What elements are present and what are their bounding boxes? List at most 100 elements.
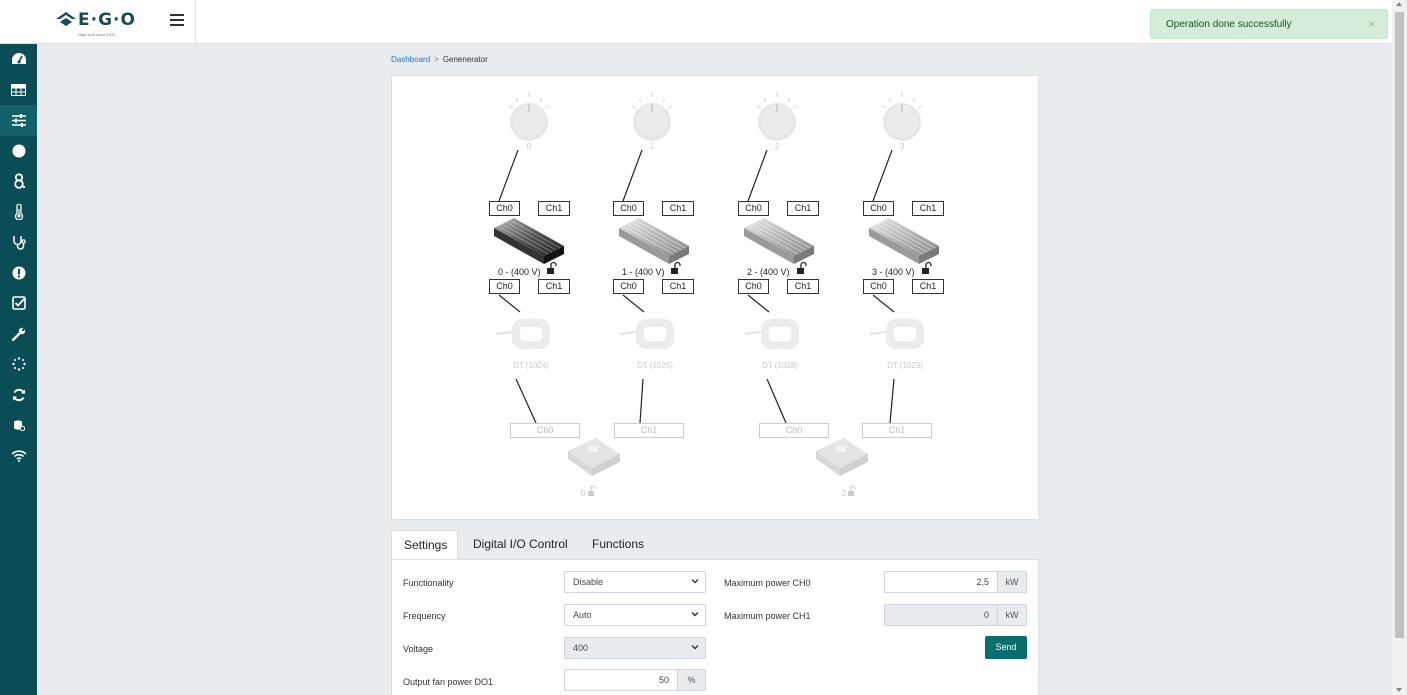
coil-label-2: DT (1028) xyxy=(762,361,798,370)
lock-icon[interactable] xyxy=(922,261,932,275)
channel-box-ch1[interactable]: Ch1 xyxy=(912,201,944,216)
toast-message: Operation done successfully xyxy=(1166,19,1292,30)
induction-coil-2[interactable] xyxy=(744,319,799,349)
channel-box-ch0[interactable]: Ch0 xyxy=(489,279,520,294)
generator-icon xyxy=(13,173,25,189)
lock-icon[interactable] xyxy=(848,485,856,496)
sidebar-item-table[interactable] xyxy=(0,75,37,106)
refresh-icon xyxy=(12,388,25,401)
lock-icon[interactable] xyxy=(797,261,807,275)
diagram-wiring xyxy=(494,92,939,496)
frequency-select[interactable]: Auto xyxy=(564,604,706,626)
fan-power-unit: % xyxy=(678,669,706,691)
channel-box-ch1[interactable]: Ch1 xyxy=(912,279,944,294)
chevron-down-icon xyxy=(691,612,699,617)
sidebar-item-settings[interactable] xyxy=(0,105,37,136)
success-toast: Operation done successfully × xyxy=(1150,9,1388,39)
max-power-ch1-input[interactable]: 0 xyxy=(884,604,998,626)
breadcrumb-separator: > xyxy=(434,55,439,64)
page-scrollbar[interactable] xyxy=(1392,0,1407,695)
sidebar-item-tests[interactable] xyxy=(0,288,37,319)
knob-0[interactable] xyxy=(508,92,550,141)
send-button[interactable]: Send xyxy=(985,636,1027,659)
scroll-down-icon[interactable] xyxy=(1396,688,1402,692)
sidebar-item-status[interactable] xyxy=(0,136,37,167)
tab-digital-io-control[interactable]: Digital I/O Control xyxy=(461,530,580,560)
induction-coil-1[interactable] xyxy=(619,319,674,349)
functionality-label: Functionality xyxy=(403,578,454,588)
circle-icon xyxy=(12,144,25,158)
sidebar-item-dashboard[interactable] xyxy=(0,44,37,75)
channel-box-ch1[interactable]: Ch1 xyxy=(662,279,694,294)
board-channel-box-ch0[interactable]: Ch0 xyxy=(510,423,580,438)
scroll-thumb[interactable] xyxy=(1395,12,1404,638)
coil-label-1: DT (1025) xyxy=(637,361,673,370)
logo-text: E·G·O xyxy=(78,10,136,30)
settings-form: Functionality Disable Frequency Auto Vol… xyxy=(391,559,1039,695)
channel-box-ch0[interactable]: Ch0 xyxy=(613,279,644,294)
sidebar-item-processing[interactable] xyxy=(0,349,37,380)
channel-box-ch1[interactable]: Ch1 xyxy=(538,279,570,294)
tab-settings[interactable]: Settings xyxy=(391,530,458,560)
channel-box-ch0[interactable]: Ch0 xyxy=(863,201,894,216)
fan-power-label: Output fan power DO1 xyxy=(403,677,494,687)
channel-box-ch1[interactable]: Ch1 xyxy=(787,279,819,294)
control-board-2[interactable] xyxy=(816,438,868,476)
lock-icon[interactable] xyxy=(547,261,557,274)
generator-module-2[interactable] xyxy=(744,218,814,264)
voltage-select[interactable]: 400 xyxy=(564,637,706,659)
breadcrumb-current: Genenerator xyxy=(442,55,488,64)
board-channel-box-ch1[interactable]: Ch1 xyxy=(862,423,932,438)
generator-module-0[interactable] xyxy=(494,218,564,264)
channel-box-ch0[interactable]: Ch0 xyxy=(489,201,520,216)
sidebar-item-generator[interactable] xyxy=(0,166,37,197)
sidebar xyxy=(0,44,37,695)
wifi-icon xyxy=(10,450,27,462)
sidebar-item-data[interactable] xyxy=(0,410,37,441)
channel-box-ch0[interactable]: Ch0 xyxy=(738,279,769,294)
top-bar: E·G·O High-tech since 1931 Operation don… xyxy=(0,0,1392,44)
induction-coil-0[interactable] xyxy=(495,319,550,349)
max-power-ch0-input[interactable]: 2,5 xyxy=(884,571,998,593)
voltage-value: 400 xyxy=(573,643,589,653)
tab-functions[interactable]: Functions xyxy=(580,530,656,560)
generator-module-1[interactable] xyxy=(619,218,689,264)
sidebar-item-network[interactable] xyxy=(0,441,37,472)
header-divider xyxy=(195,0,196,44)
induction-coil-3[interactable] xyxy=(869,319,924,349)
scroll-up-icon[interactable] xyxy=(1396,2,1402,6)
control-board-0[interactable] xyxy=(568,438,620,476)
max-power-ch0-label: Maximum power CH0 xyxy=(724,578,811,588)
frequency-label: Frequency xyxy=(403,611,446,621)
channel-box-ch0[interactable]: Ch0 xyxy=(738,201,769,216)
functionality-value: Disable xyxy=(573,577,604,587)
channel-box-ch1[interactable]: Ch1 xyxy=(538,201,570,216)
knob-2[interactable] xyxy=(756,92,798,141)
channel-box-ch0[interactable]: Ch0 xyxy=(613,201,644,216)
toast-close-button[interactable]: × xyxy=(1368,17,1375,31)
fan-power-input[interactable]: 50 xyxy=(564,669,678,691)
checkbox-icon xyxy=(11,296,26,311)
sidebar-item-temperature[interactable] xyxy=(0,197,37,228)
channel-box-ch1[interactable]: Ch1 xyxy=(787,201,819,216)
ego-logo[interactable]: E·G·O High-tech since 1931 xyxy=(56,10,156,38)
sidebar-item-service[interactable] xyxy=(0,319,37,350)
sidebar-item-alarms[interactable] xyxy=(0,258,37,289)
lock-icon[interactable] xyxy=(671,261,681,275)
logo-mark-icon xyxy=(56,12,76,26)
sidebar-item-update[interactable] xyxy=(0,380,37,411)
breadcrumb-dashboard-link[interactable]: Dashboard xyxy=(391,55,430,64)
channel-box-ch0[interactable]: Ch0 xyxy=(863,279,894,294)
channel-box-ch1[interactable]: Ch1 xyxy=(662,201,694,216)
menu-toggle-icon[interactable] xyxy=(170,14,184,28)
board-channel-box-ch0[interactable]: Ch0 xyxy=(759,423,829,438)
lock-icon[interactable] xyxy=(588,485,596,496)
knob-1[interactable] xyxy=(631,92,673,141)
generator-module-3[interactable] xyxy=(869,218,939,264)
functionality-select[interactable]: Disable xyxy=(564,571,706,593)
knob-3[interactable] xyxy=(881,92,923,141)
coil-label-3: DT (1029) xyxy=(887,361,923,370)
sidebar-item-diagnostics[interactable] xyxy=(0,227,37,258)
chevron-down-icon xyxy=(691,579,699,584)
board-channel-box-ch1[interactable]: Ch1 xyxy=(614,423,684,438)
